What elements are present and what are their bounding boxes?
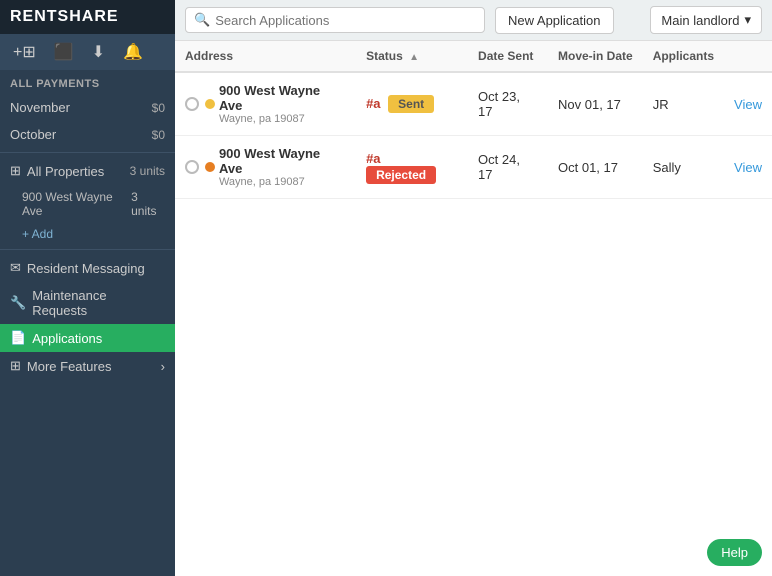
unit-badge-0: #a [366, 96, 380, 111]
all-properties-units: 3 units [130, 164, 165, 178]
search-box[interactable]: 🔍 [185, 7, 485, 33]
video-button[interactable]: ⬛ [49, 40, 79, 64]
status-indicator-0 [205, 99, 215, 109]
cell-move-in-0: Nov 01, 17 [548, 72, 643, 136]
chevron-right-icon: › [161, 359, 165, 374]
maintenance-icon: 🔧 [10, 295, 26, 311]
sidebar-item-all-properties[interactable]: ⊞ All Properties 3 units [0, 157, 175, 185]
sidebar-item-maintenance-requests[interactable]: 🔧 Maintenance Requests [0, 282, 175, 324]
cell-view-1: View [724, 136, 772, 199]
address-sub-0: Wayne, pa 19087 [219, 113, 346, 125]
table-body: 900 West Wayne Ave Wayne, pa 19087 #a Se… [175, 72, 772, 199]
unit-badge-1: #a [366, 151, 380, 166]
property-name: 900 West Wayne Ave [22, 190, 131, 218]
table-header: Address Status ▲ Date Sent Move-in Date … [175, 41, 772, 72]
col-actions [724, 41, 772, 72]
sidebar-item-more-features[interactable]: ⊞ More Features › [0, 352, 175, 380]
view-link-1[interactable]: View [734, 160, 762, 175]
view-link-0[interactable]: View [734, 97, 762, 112]
grid-icon: ⊞ [10, 163, 21, 179]
col-applicants: Applicants [643, 41, 724, 72]
topbar: 🔍 New Application Main landlord ▾ [175, 0, 772, 41]
sort-arrow-icon: ▲ [409, 52, 419, 63]
table-area: Address Status ▲ Date Sent Move-in Date … [175, 41, 772, 576]
landlord-label: Main landlord [661, 13, 739, 28]
logo-text: RENTSHARE [10, 8, 119, 26]
cell-move-in-1: Oct 01, 17 [548, 136, 643, 199]
sidebar-item-october[interactable]: October $0 [0, 121, 175, 148]
address-main-1: 900 West Wayne Ave [219, 146, 346, 176]
status-badge-0: Sent [388, 95, 434, 113]
november-label: November [10, 100, 70, 115]
chevron-down-icon: ▾ [744, 12, 751, 28]
logo-area: RENTSHARE [0, 0, 175, 34]
sidebar-item-november[interactable]: November $0 [0, 94, 175, 121]
cell-address-0: 900 West Wayne Ave Wayne, pa 19087 [175, 72, 356, 136]
sidebar-item-resident-messaging[interactable]: ✉ Resident Messaging [0, 254, 175, 282]
cell-view-0: View [724, 72, 772, 136]
divider-1 [0, 152, 175, 153]
all-payments-section: All Payments [0, 70, 175, 94]
cell-applicants-0: JR [643, 72, 724, 136]
applications-icon: 📄 [10, 330, 26, 346]
col-status[interactable]: Status ▲ [356, 41, 468, 72]
add-grid-button[interactable]: +⊞ [8, 40, 41, 64]
sidebar-item-applications[interactable]: 📄 Applications [0, 324, 175, 352]
divider-2 [0, 249, 175, 250]
search-input[interactable] [215, 13, 476, 28]
col-date-sent: Date Sent [468, 41, 548, 72]
address-main-0: 900 West Wayne Ave [219, 83, 346, 113]
sidebar: RENTSHARE +⊞ ⬛ ⬇ 🔔 All Payments November… [0, 0, 175, 576]
property-units: 3 units [131, 190, 165, 218]
add-property-link[interactable]: + Add [0, 223, 175, 245]
cell-address-1: 900 West Wayne Ave Wayne, pa 19087 [175, 136, 356, 199]
help-button[interactable]: Help [707, 539, 762, 566]
status-indicator-1 [205, 162, 215, 172]
messaging-icon: ✉ [10, 260, 21, 276]
applications-label: Applications [32, 331, 102, 346]
sidebar-toolbar: +⊞ ⬛ ⬇ 🔔 [0, 34, 175, 70]
status-badge-1: Rejected [366, 166, 436, 184]
row-radio-0[interactable] [185, 97, 199, 111]
download-button[interactable]: ⬇ [87, 40, 110, 64]
resident-messaging-label: Resident Messaging [27, 261, 145, 276]
new-application-button[interactable]: New Application [495, 7, 614, 34]
more-features-label: More Features [27, 359, 112, 374]
table-row: 900 West Wayne Ave Wayne, pa 19087 #a Re… [175, 136, 772, 199]
col-move-in-date: Move-in Date [548, 41, 643, 72]
landlord-dropdown[interactable]: Main landlord ▾ [650, 6, 762, 34]
cell-status-1: #a Rejected [356, 136, 468, 199]
october-amount: $0 [152, 128, 165, 142]
row-radio-1[interactable] [185, 160, 199, 174]
col-address: Address [175, 41, 356, 72]
cell-status-0: #a Sent [356, 72, 468, 136]
table-row: 900 West Wayne Ave Wayne, pa 19087 #a Se… [175, 72, 772, 136]
main-content: 🔍 New Application Main landlord ▾ Addres… [175, 0, 772, 576]
bell-button[interactable]: 🔔 [118, 40, 148, 64]
more-features-icon: ⊞ [10, 358, 21, 374]
applications-table: Address Status ▲ Date Sent Move-in Date … [175, 41, 772, 199]
search-icon: 🔍 [194, 12, 210, 28]
all-properties-label: All Properties [27, 164, 104, 179]
address-sub-1: Wayne, pa 19087 [219, 176, 346, 188]
cell-date-sent-1: Oct 24, 17 [468, 136, 548, 199]
maintenance-requests-label: Maintenance Requests [32, 288, 165, 318]
november-amount: $0 [152, 101, 165, 115]
cell-date-sent-0: Oct 23, 17 [468, 72, 548, 136]
sidebar-item-property[interactable]: 900 West Wayne Ave 3 units [0, 185, 175, 223]
october-label: October [10, 127, 56, 142]
cell-applicants-1: Sally [643, 136, 724, 199]
